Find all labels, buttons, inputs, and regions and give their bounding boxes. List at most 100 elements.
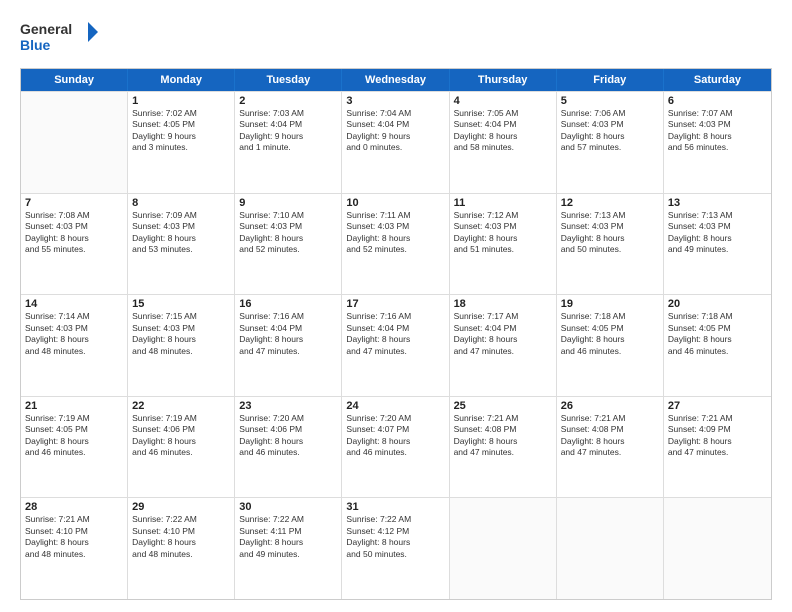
day-number: 6	[668, 95, 767, 107]
day-info: Sunrise: 7:05 AM Sunset: 4:04 PM Dayligh…	[454, 108, 552, 154]
day-number: 29	[132, 501, 230, 513]
weekday-header-saturday: Saturday	[664, 69, 771, 91]
calendar-cell-day-3: 3Sunrise: 7:04 AM Sunset: 4:04 PM Daylig…	[342, 92, 449, 193]
day-number: 4	[454, 95, 552, 107]
calendar-row: 1Sunrise: 7:02 AM Sunset: 4:05 PM Daylig…	[21, 91, 771, 193]
day-info: Sunrise: 7:20 AM Sunset: 4:07 PM Dayligh…	[346, 413, 444, 459]
day-number: 8	[132, 197, 230, 209]
calendar-cell-day-21: 21Sunrise: 7:19 AM Sunset: 4:05 PM Dayli…	[21, 397, 128, 498]
weekday-header-friday: Friday	[557, 69, 664, 91]
day-info: Sunrise: 7:09 AM Sunset: 4:03 PM Dayligh…	[132, 210, 230, 256]
day-number: 1	[132, 95, 230, 107]
calendar-cell-day-29: 29Sunrise: 7:22 AM Sunset: 4:10 PM Dayli…	[128, 498, 235, 599]
calendar: SundayMondayTuesdayWednesdayThursdayFrid…	[20, 68, 772, 600]
day-number: 22	[132, 400, 230, 412]
calendar-cell-day-15: 15Sunrise: 7:15 AM Sunset: 4:03 PM Dayli…	[128, 295, 235, 396]
day-info: Sunrise: 7:19 AM Sunset: 4:05 PM Dayligh…	[25, 413, 123, 459]
calendar-cell-day-26: 26Sunrise: 7:21 AM Sunset: 4:08 PM Dayli…	[557, 397, 664, 498]
day-number: 14	[25, 298, 123, 310]
calendar-cell-day-31: 31Sunrise: 7:22 AM Sunset: 4:12 PM Dayli…	[342, 498, 449, 599]
calendar-cell-day-30: 30Sunrise: 7:22 AM Sunset: 4:11 PM Dayli…	[235, 498, 342, 599]
calendar-page: General Blue SundayMondayTuesdayWednesda…	[0, 0, 792, 612]
day-number: 7	[25, 197, 123, 209]
calendar-cell-day-24: 24Sunrise: 7:20 AM Sunset: 4:07 PM Dayli…	[342, 397, 449, 498]
calendar-row: 21Sunrise: 7:19 AM Sunset: 4:05 PM Dayli…	[21, 396, 771, 498]
day-info: Sunrise: 7:08 AM Sunset: 4:03 PM Dayligh…	[25, 210, 123, 256]
day-info: Sunrise: 7:11 AM Sunset: 4:03 PM Dayligh…	[346, 210, 444, 256]
calendar-cell-day-25: 25Sunrise: 7:21 AM Sunset: 4:08 PM Dayli…	[450, 397, 557, 498]
calendar-cell-empty	[21, 92, 128, 193]
day-info: Sunrise: 7:20 AM Sunset: 4:06 PM Dayligh…	[239, 413, 337, 459]
day-number: 9	[239, 197, 337, 209]
calendar-cell-day-12: 12Sunrise: 7:13 AM Sunset: 4:03 PM Dayli…	[557, 194, 664, 295]
calendar-cell-day-23: 23Sunrise: 7:20 AM Sunset: 4:06 PM Dayli…	[235, 397, 342, 498]
day-info: Sunrise: 7:22 AM Sunset: 4:11 PM Dayligh…	[239, 514, 337, 560]
header: General Blue	[20, 18, 772, 58]
day-number: 24	[346, 400, 444, 412]
day-number: 11	[454, 197, 552, 209]
day-info: Sunrise: 7:10 AM Sunset: 4:03 PM Dayligh…	[239, 210, 337, 256]
calendar-cell-day-19: 19Sunrise: 7:18 AM Sunset: 4:05 PM Dayli…	[557, 295, 664, 396]
calendar-row: 14Sunrise: 7:14 AM Sunset: 4:03 PM Dayli…	[21, 294, 771, 396]
day-info: Sunrise: 7:13 AM Sunset: 4:03 PM Dayligh…	[561, 210, 659, 256]
calendar-cell-day-18: 18Sunrise: 7:17 AM Sunset: 4:04 PM Dayli…	[450, 295, 557, 396]
day-info: Sunrise: 7:16 AM Sunset: 4:04 PM Dayligh…	[346, 311, 444, 357]
day-info: Sunrise: 7:13 AM Sunset: 4:03 PM Dayligh…	[668, 210, 767, 256]
day-info: Sunrise: 7:07 AM Sunset: 4:03 PM Dayligh…	[668, 108, 767, 154]
day-number: 15	[132, 298, 230, 310]
weekday-header-tuesday: Tuesday	[235, 69, 342, 91]
day-number: 18	[454, 298, 552, 310]
day-number: 19	[561, 298, 659, 310]
day-info: Sunrise: 7:21 AM Sunset: 4:10 PM Dayligh…	[25, 514, 123, 560]
day-number: 31	[346, 501, 444, 513]
day-number: 16	[239, 298, 337, 310]
day-info: Sunrise: 7:22 AM Sunset: 4:10 PM Dayligh…	[132, 514, 230, 560]
calendar-cell-day-13: 13Sunrise: 7:13 AM Sunset: 4:03 PM Dayli…	[664, 194, 771, 295]
calendar-cell-day-20: 20Sunrise: 7:18 AM Sunset: 4:05 PM Dayli…	[664, 295, 771, 396]
calendar-cell-day-14: 14Sunrise: 7:14 AM Sunset: 4:03 PM Dayli…	[21, 295, 128, 396]
day-number: 5	[561, 95, 659, 107]
day-info: Sunrise: 7:06 AM Sunset: 4:03 PM Dayligh…	[561, 108, 659, 154]
day-info: Sunrise: 7:21 AM Sunset: 4:09 PM Dayligh…	[668, 413, 767, 459]
calendar-cell-day-6: 6Sunrise: 7:07 AM Sunset: 4:03 PM Daylig…	[664, 92, 771, 193]
svg-text:Blue: Blue	[20, 37, 51, 53]
day-number: 17	[346, 298, 444, 310]
day-number: 3	[346, 95, 444, 107]
day-info: Sunrise: 7:19 AM Sunset: 4:06 PM Dayligh…	[132, 413, 230, 459]
day-info: Sunrise: 7:04 AM Sunset: 4:04 PM Dayligh…	[346, 108, 444, 154]
svg-text:General: General	[20, 21, 72, 37]
weekday-header-wednesday: Wednesday	[342, 69, 449, 91]
day-info: Sunrise: 7:18 AM Sunset: 4:05 PM Dayligh…	[668, 311, 767, 357]
day-info: Sunrise: 7:21 AM Sunset: 4:08 PM Dayligh…	[561, 413, 659, 459]
calendar-cell-day-22: 22Sunrise: 7:19 AM Sunset: 4:06 PM Dayli…	[128, 397, 235, 498]
day-number: 23	[239, 400, 337, 412]
day-number: 30	[239, 501, 337, 513]
calendar-cell-day-4: 4Sunrise: 7:05 AM Sunset: 4:04 PM Daylig…	[450, 92, 557, 193]
weekday-header-monday: Monday	[128, 69, 235, 91]
calendar-cell-empty	[664, 498, 771, 599]
day-info: Sunrise: 7:22 AM Sunset: 4:12 PM Dayligh…	[346, 514, 444, 560]
day-info: Sunrise: 7:17 AM Sunset: 4:04 PM Dayligh…	[454, 311, 552, 357]
calendar-cell-day-5: 5Sunrise: 7:06 AM Sunset: 4:03 PM Daylig…	[557, 92, 664, 193]
day-number: 13	[668, 197, 767, 209]
day-number: 28	[25, 501, 123, 513]
day-number: 21	[25, 400, 123, 412]
weekday-header-sunday: Sunday	[21, 69, 128, 91]
day-number: 10	[346, 197, 444, 209]
day-info: Sunrise: 7:15 AM Sunset: 4:03 PM Dayligh…	[132, 311, 230, 357]
calendar-body: 1Sunrise: 7:02 AM Sunset: 4:05 PM Daylig…	[21, 91, 771, 599]
day-number: 20	[668, 298, 767, 310]
calendar-cell-empty	[557, 498, 664, 599]
logo-svg: General Blue	[20, 18, 100, 58]
day-info: Sunrise: 7:02 AM Sunset: 4:05 PM Dayligh…	[132, 108, 230, 154]
day-number: 12	[561, 197, 659, 209]
calendar-cell-day-27: 27Sunrise: 7:21 AM Sunset: 4:09 PM Dayli…	[664, 397, 771, 498]
weekday-header-thursday: Thursday	[450, 69, 557, 91]
calendar-cell-day-10: 10Sunrise: 7:11 AM Sunset: 4:03 PM Dayli…	[342, 194, 449, 295]
calendar-cell-empty	[450, 498, 557, 599]
day-info: Sunrise: 7:18 AM Sunset: 4:05 PM Dayligh…	[561, 311, 659, 357]
day-info: Sunrise: 7:14 AM Sunset: 4:03 PM Dayligh…	[25, 311, 123, 357]
calendar-cell-day-17: 17Sunrise: 7:16 AM Sunset: 4:04 PM Dayli…	[342, 295, 449, 396]
calendar-cell-day-1: 1Sunrise: 7:02 AM Sunset: 4:05 PM Daylig…	[128, 92, 235, 193]
day-number: 27	[668, 400, 767, 412]
